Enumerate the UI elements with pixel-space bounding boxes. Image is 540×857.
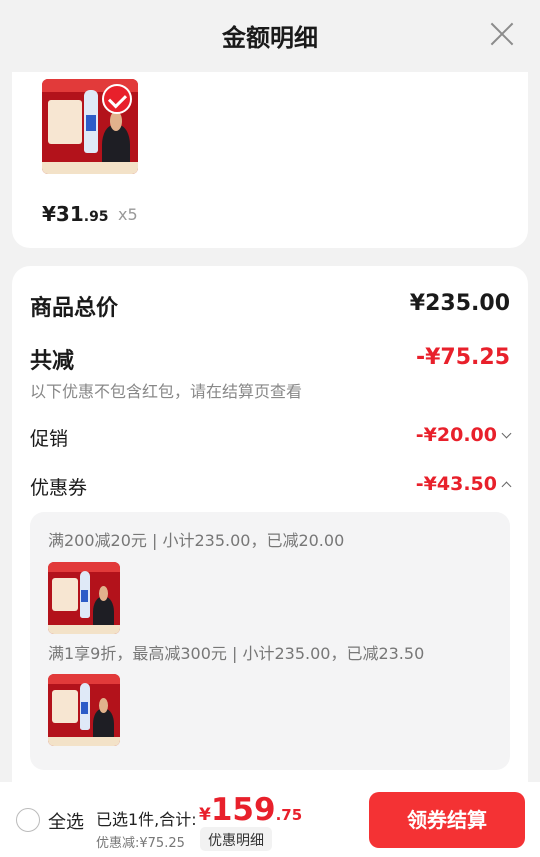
chevron-down-icon: [501, 428, 512, 439]
checkout-button[interactable]: 领券结算: [369, 792, 525, 848]
reduce-note: 以下优惠不包含红包，请在结算页查看: [30, 382, 303, 401]
unit-price-decimal: .95: [83, 209, 109, 225]
unit-price-main: ¥31: [42, 202, 84, 226]
page-title: 金额明细: [222, 24, 318, 52]
coupon-row-toggle[interactable]: -¥43.50: [415, 473, 512, 495]
select-all-label[interactable]: 全选: [48, 808, 84, 834]
close-icon[interactable]: [486, 18, 518, 50]
promo-value: -¥20.00: [415, 424, 497, 446]
chevron-up-icon: [501, 481, 512, 492]
coupon-detail-panel: 满200减20元 | 小计235.00，已减20.00 满1享9折，最高减300…: [30, 512, 510, 770]
select-all-radio[interactable]: [16, 808, 40, 832]
discount-detail-link[interactable]: 优惠明细: [200, 827, 272, 851]
reduce-value: -¥75.25: [415, 345, 510, 370]
currency-symbol: ¥: [199, 805, 211, 825]
reduce-label: 共减: [30, 349, 75, 374]
coupon-label: 优惠券: [30, 477, 88, 499]
total-value: ¥235.00: [409, 291, 510, 316]
check-icon: [102, 84, 132, 114]
promo-label: 促销: [30, 428, 69, 450]
coupon-value: -¥43.50: [415, 473, 497, 495]
bottom-bar: 全选 已选1件,合计: ¥159.75 优惠减:¥75.25 优惠明细 领券结算: [0, 782, 540, 857]
total-price: ¥159.75: [199, 792, 302, 828]
header: 金额明细: [0, 0, 540, 72]
product-card: ¥31.95 x5: [12, 72, 528, 248]
coupon-product-thumbnail: [48, 674, 120, 746]
total-int: 159: [210, 792, 276, 828]
coupon-detail-line: 满1享9折，最高减300元 | 小计235.00，已减23.50: [48, 644, 425, 663]
total-label: 商品总价: [30, 296, 119, 321]
discount-text: 优惠减:¥75.25: [96, 836, 185, 851]
unit-price: ¥31.95: [42, 202, 109, 226]
promo-row-toggle[interactable]: -¥20.00: [415, 424, 512, 446]
quantity: x5: [118, 205, 138, 224]
price-summary-card: 商品总价 ¥235.00 共减 -¥75.25 以下优惠不包含红包，请在结算页查…: [12, 266, 528, 786]
coupon-detail-line: 满200减20元 | 小计235.00，已减20.00: [48, 531, 345, 550]
selected-count-text: 已选1件,合计:: [96, 810, 197, 829]
coupon-product-thumbnail: [48, 562, 120, 634]
total-decimal: .75: [275, 806, 303, 824]
